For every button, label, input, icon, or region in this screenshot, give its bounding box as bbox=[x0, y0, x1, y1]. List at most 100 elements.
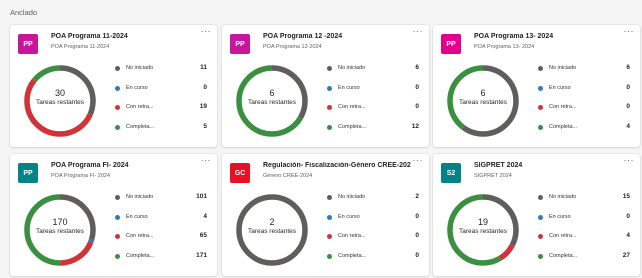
status-dot-icon bbox=[327, 234, 332, 239]
plan-title[interactable]: POA Programa 12 -2024 bbox=[263, 33, 411, 40]
legend-label: No iniciado bbox=[126, 194, 154, 200]
legend-label: No iniciado bbox=[126, 65, 154, 71]
remaining-caption: Tareas restantes bbox=[458, 228, 508, 235]
legend-value: 19 bbox=[199, 103, 207, 110]
legend-label: Con retra... bbox=[338, 233, 366, 239]
plan-title[interactable]: Regulación- Fiscalización-Género CREE-20… bbox=[263, 162, 411, 169]
section-title-pinned: Anclado bbox=[10, 8, 38, 17]
legend-value: 0 bbox=[626, 83, 630, 91]
legend-label: Completa... bbox=[549, 252, 578, 259]
legend-value: 5 bbox=[203, 122, 207, 130]
legend-not-started: No iniciado 101 bbox=[115, 193, 210, 213]
plan-subtitle: Género CREE-2024 bbox=[263, 173, 313, 179]
plan-subtitle: POA Programa 12-2024 bbox=[263, 44, 322, 50]
plan-subtitle: SIGPRET 2024 bbox=[474, 173, 512, 179]
status-dot-icon bbox=[538, 234, 543, 239]
status-dot-icon bbox=[538, 105, 543, 110]
legend-value: 2 bbox=[415, 193, 419, 200]
legend-value: 6 bbox=[626, 64, 630, 71]
legend-label: No iniciado bbox=[549, 194, 577, 200]
plan-subtitle: POA Programa 11-2024 bbox=[51, 44, 110, 50]
plan-avatar: PP bbox=[230, 34, 250, 54]
status-dot-icon bbox=[115, 214, 120, 220]
plan-avatar: PP bbox=[441, 34, 461, 54]
status-dot-icon bbox=[327, 214, 332, 220]
legend-not-started: No iniciado 15 bbox=[538, 193, 633, 213]
status-dot-icon bbox=[538, 195, 543, 200]
remaining-count: 6 bbox=[480, 88, 486, 98]
remaining-count: 30 bbox=[54, 88, 65, 98]
plan-card[interactable]: PP POA Programa 11-2024 POA Programa 11-… bbox=[10, 25, 217, 147]
status-dot-icon bbox=[115, 253, 120, 259]
legend-label: Con retra... bbox=[549, 233, 577, 239]
legend-value: 15 bbox=[622, 193, 630, 200]
legend-label: En curso bbox=[338, 84, 360, 91]
plan-avatar: PP bbox=[18, 34, 38, 54]
legend-label: Completa... bbox=[126, 123, 155, 130]
status-dot-icon bbox=[327, 253, 332, 259]
status-dot-icon bbox=[115, 234, 120, 239]
legend-completed: Completa... 5 bbox=[115, 123, 210, 143]
legend-value: 11 bbox=[200, 64, 207, 71]
status-legend: No iniciado 2 En curso 0 Con retra... 0 Com… bbox=[327, 193, 422, 271]
legend-not-started: No iniciado 2 bbox=[327, 193, 422, 213]
legend-label: Completa... bbox=[338, 252, 367, 259]
status-dot-icon bbox=[327, 85, 332, 91]
legend-label: En curso bbox=[126, 213, 148, 220]
remaining-count: 2 bbox=[269, 217, 275, 227]
legend-label: No iniciado bbox=[549, 65, 577, 71]
remaining-count: 19 bbox=[477, 217, 488, 227]
more-options-icon[interactable]: ··· bbox=[201, 27, 212, 36]
status-legend: No iniciado 101 En curso 4 Con retra... 65 … bbox=[115, 193, 210, 271]
status-legend: No iniciado 6 En curso 0 Con retra... 0 Com… bbox=[327, 64, 422, 142]
plan-avatar: S2 bbox=[441, 163, 461, 183]
more-options-icon[interactable]: ··· bbox=[624, 156, 635, 165]
plan-card[interactable]: GC Regulación- Fiscalización-Género CREE… bbox=[222, 154, 429, 276]
plan-card[interactable]: PP POA Programa 12 -2024 POA Programa 12… bbox=[222, 25, 429, 147]
legend-label: En curso bbox=[338, 213, 360, 220]
legend-label: No iniciado bbox=[338, 194, 366, 200]
status-legend: No iniciado 6 En curso 0 Con retra... 0 Com… bbox=[538, 64, 633, 142]
legend-late: Con retra... 0 bbox=[327, 232, 422, 252]
legend-in-progress: En curso 0 bbox=[327, 213, 422, 233]
legend-completed: Completa... 171 bbox=[115, 252, 210, 272]
legend-label: Completa... bbox=[338, 123, 367, 130]
legend-value: 171 bbox=[196, 251, 207, 259]
legend-label: En curso bbox=[126, 84, 148, 91]
plan-subtitle: POA Programa FI- 2024 bbox=[51, 173, 110, 179]
status-dot-icon bbox=[327, 66, 332, 71]
legend-late: Con retra... 0 bbox=[327, 103, 422, 123]
plan-card[interactable]: PP POA Programa 13- 2024 POA Programa 13… bbox=[433, 25, 640, 147]
remaining-count: 170 bbox=[52, 217, 68, 227]
plan-title[interactable]: POA Programa 13- 2024 bbox=[474, 33, 622, 40]
status-dot-icon bbox=[115, 195, 120, 200]
more-options-icon[interactable]: ··· bbox=[413, 156, 424, 165]
plan-title[interactable]: POA Programa FI- 2024 bbox=[51, 162, 199, 169]
legend-label: Completa... bbox=[126, 252, 155, 259]
more-options-icon[interactable]: ··· bbox=[201, 156, 212, 165]
status-legend: No iniciado 11 En curso 0 Con retra... 19 C… bbox=[115, 64, 210, 142]
more-options-icon[interactable]: ··· bbox=[413, 27, 424, 36]
legend-label: Con retra... bbox=[126, 233, 154, 239]
legend-value: 0 bbox=[626, 212, 630, 220]
plan-card[interactable]: S2 SIGPRET 2024 SIGPRET 2024 ··· 19 Tare… bbox=[433, 154, 640, 276]
legend-value: 12 bbox=[411, 122, 419, 130]
plan-avatar: GC bbox=[230, 163, 250, 183]
status-dot-icon bbox=[327, 124, 332, 130]
legend-value: 27 bbox=[622, 251, 630, 259]
legend-value: 4 bbox=[626, 122, 630, 130]
plan-avatar: PP bbox=[18, 163, 38, 183]
legend-label: En curso bbox=[549, 84, 571, 91]
status-dot-icon bbox=[538, 253, 543, 259]
plan-card[interactable]: PP POA Programa FI- 2024 POA Programa FI… bbox=[10, 154, 217, 276]
legend-value: 101 bbox=[196, 193, 207, 200]
status-dot-icon bbox=[115, 124, 120, 130]
remaining-caption: Tareas restantes bbox=[247, 228, 297, 235]
remaining-caption: Tareas restantes bbox=[35, 228, 85, 235]
remaining-caption: Tareas restantes bbox=[247, 99, 297, 106]
legend-in-progress: En curso 4 bbox=[115, 213, 210, 233]
plan-title[interactable]: POA Programa 11-2024 bbox=[51, 33, 199, 40]
legend-value: 0 bbox=[203, 83, 207, 91]
more-options-icon[interactable]: ··· bbox=[624, 27, 635, 36]
plan-title[interactable]: SIGPRET 2024 bbox=[474, 162, 622, 169]
